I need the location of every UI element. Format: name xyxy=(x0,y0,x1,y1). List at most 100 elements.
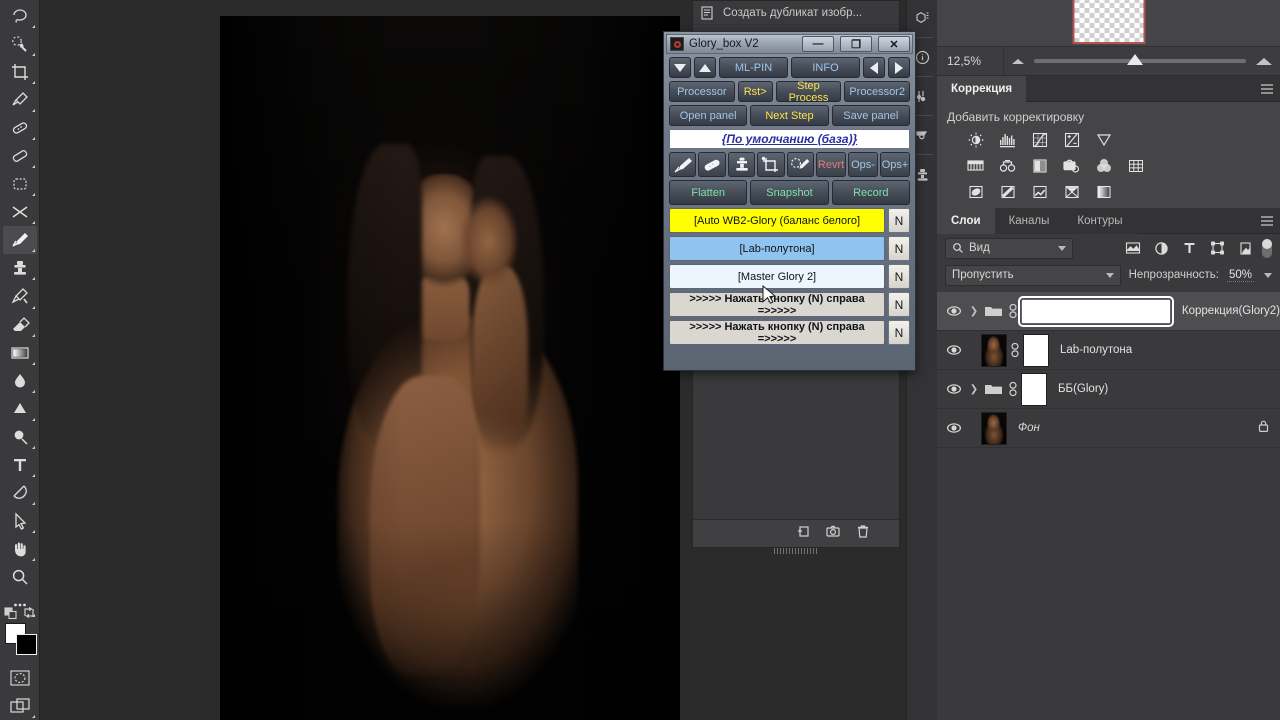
tool-shuffle[interactable] xyxy=(3,198,37,226)
color-balance-icon[interactable] xyxy=(997,156,1019,176)
layer-visibility-icon[interactable] xyxy=(941,422,967,434)
tool-crop[interactable] xyxy=(3,58,37,86)
action-lab-halftones[interactable]: [Lab-полутона] xyxy=(669,236,885,261)
zoom-level-value[interactable]: 12,5% xyxy=(937,54,1003,68)
nav-up-button[interactable] xyxy=(694,57,716,78)
opacity-value[interactable]: 50% xyxy=(1226,269,1254,282)
opacity-dropdown-icon[interactable] xyxy=(1264,272,1272,278)
layer-name[interactable]: Фон xyxy=(1007,422,1040,434)
zoom-out-icon[interactable] xyxy=(1012,58,1024,64)
exposure-icon[interactable] xyxy=(1061,130,1083,150)
curves-icon[interactable] xyxy=(1029,130,1051,150)
panel-resize-grip[interactable] xyxy=(774,548,818,554)
ops-plus-button[interactable]: Ops+ xyxy=(880,152,911,177)
tab-corrections[interactable]: Коррекция xyxy=(937,76,1027,102)
processor2-button[interactable]: Processor2 xyxy=(844,81,910,102)
tool-pen-magnifier[interactable] xyxy=(3,423,37,451)
tab-layers[interactable]: Слои xyxy=(937,208,995,234)
action-hint-row[interactable]: >>>>> Нажать кнопку (N) справа =>>>>> xyxy=(669,320,885,345)
tool-patch-selection[interactable] xyxy=(3,170,37,198)
filter-smart-object-icon[interactable] xyxy=(1234,238,1256,258)
zoom-in-icon[interactable] xyxy=(1256,57,1272,65)
table-row[interactable]: ❯ ББ(Glory) xyxy=(937,370,1280,409)
group-expand-arrow[interactable]: ❯ xyxy=(967,306,981,317)
nav-next-button[interactable] xyxy=(888,57,910,78)
action-n-button[interactable]: N xyxy=(888,292,910,317)
snapshot-button[interactable]: Snapshot xyxy=(750,180,829,205)
step-process-button[interactable]: Step Process xyxy=(775,80,842,104)
layer-thumbnail[interactable] xyxy=(981,333,1007,367)
tool-patch[interactable] xyxy=(3,142,37,170)
layer-mask-thumbnail[interactable] xyxy=(1018,295,1174,327)
filter-enable-toggle[interactable] xyxy=(1262,238,1272,258)
new-doc-icon[interactable] xyxy=(795,523,811,544)
layers-menu-icon[interactable] xyxy=(1254,208,1280,233)
threshold-icon[interactable] xyxy=(1029,182,1051,202)
healing-brush-tool-icon[interactable] xyxy=(698,152,726,177)
gradient-map-icon[interactable] xyxy=(1093,182,1115,202)
black-white-icon[interactable] xyxy=(1029,156,1051,176)
3d-panel-icon[interactable] xyxy=(909,4,936,32)
flatten-button[interactable]: Flatten xyxy=(669,180,748,205)
layer-name[interactable]: ББ(Glory) xyxy=(1047,383,1108,395)
tool-zoom[interactable] xyxy=(3,563,37,591)
photo-filter-icon[interactable] xyxy=(1061,156,1083,176)
tool-blur[interactable] xyxy=(3,367,37,395)
tool-hand[interactable] xyxy=(3,535,37,563)
next-step-button[interactable]: Next Step xyxy=(750,105,829,126)
layer-mask-thumbnail[interactable] xyxy=(1021,372,1047,406)
record-button[interactable]: Record xyxy=(831,180,910,205)
zoom-slider-handle[interactable] xyxy=(1127,54,1144,65)
tool-lasso[interactable] xyxy=(3,2,37,30)
glory-box-plugin-window[interactable]: Glory_box V2 — ❐ ✕ ML-PIN INFO Processor… xyxy=(663,31,916,371)
blend-mode-select[interactable]: Пропустить xyxy=(945,264,1121,286)
brush-tool-icon[interactable] xyxy=(669,152,697,177)
default-colors-icon[interactable] xyxy=(3,607,18,620)
tool-history-brush[interactable] xyxy=(3,282,37,310)
tool-path-selection[interactable] xyxy=(3,507,37,535)
corrections-menu-icon[interactable] xyxy=(1254,76,1280,101)
layer-visibility-icon[interactable] xyxy=(941,344,967,356)
plugin-title-bar[interactable]: Glory_box V2 — ❐ ✕ xyxy=(666,34,913,54)
levels-icon[interactable] xyxy=(997,130,1019,150)
hue-saturation-icon[interactable] xyxy=(965,156,987,176)
tool-quick-selection[interactable] xyxy=(3,30,37,58)
history-item[interactable]: Создать дубликат изобр... xyxy=(693,1,899,25)
tool-pen[interactable] xyxy=(3,479,37,507)
table-row[interactable]: Lab-полутона xyxy=(937,331,1280,370)
plugin-preset-label[interactable]: {По умолчанию (база)} xyxy=(669,129,910,149)
action-n-button[interactable]: N xyxy=(888,208,910,233)
filter-adjustment-icon[interactable] xyxy=(1150,238,1172,258)
close-button[interactable]: ✕ xyxy=(878,36,910,52)
tool-spot-healing-brush[interactable] xyxy=(3,114,37,142)
layer-visibility-icon[interactable] xyxy=(941,383,967,395)
table-row[interactable]: Фон xyxy=(937,409,1280,448)
tool-type[interactable] xyxy=(3,451,37,479)
mixer-brush-tool-icon[interactable] xyxy=(786,152,815,177)
tool-clone-stamp[interactable] xyxy=(3,254,37,282)
ml-pin-button[interactable]: ML-PIN xyxy=(719,57,788,78)
invert-icon[interactable] xyxy=(965,182,987,202)
layer-mask-thumbnail[interactable] xyxy=(1023,333,1049,367)
info-button[interactable]: INFO xyxy=(791,57,860,78)
nav-down-button[interactable] xyxy=(669,57,691,78)
tool-dodge[interactable] xyxy=(3,395,37,423)
tool-eyedropper[interactable] xyxy=(3,86,37,114)
link-icon[interactable] xyxy=(1005,303,1021,319)
selective-color-icon[interactable] xyxy=(1061,182,1083,202)
posterize-icon[interactable] xyxy=(997,182,1019,202)
vibrance-icon[interactable] xyxy=(1093,130,1115,150)
tool-eraser[interactable] xyxy=(3,311,37,339)
filter-pixel-icon[interactable] xyxy=(1122,238,1144,258)
action-n-button[interactable]: N xyxy=(888,236,910,261)
layer-visibility-icon[interactable] xyxy=(941,305,967,317)
color-lookup-icon[interactable] xyxy=(1125,156,1147,176)
camera-icon[interactable] xyxy=(825,523,841,544)
minimize-button[interactable]: — xyxy=(802,36,834,52)
table-row[interactable]: ❯ Коррекция(Glory2) xyxy=(937,292,1280,331)
action-auto-wb2-glory[interactable]: [Auto WB2-Glory (баланс белого] xyxy=(669,208,885,233)
link-icon[interactable] xyxy=(1005,381,1021,397)
screen-mode-button[interactable] xyxy=(3,692,37,720)
navigator-thumbnail[interactable] xyxy=(1072,0,1145,44)
filter-type-select[interactable]: Вид xyxy=(945,237,1073,259)
